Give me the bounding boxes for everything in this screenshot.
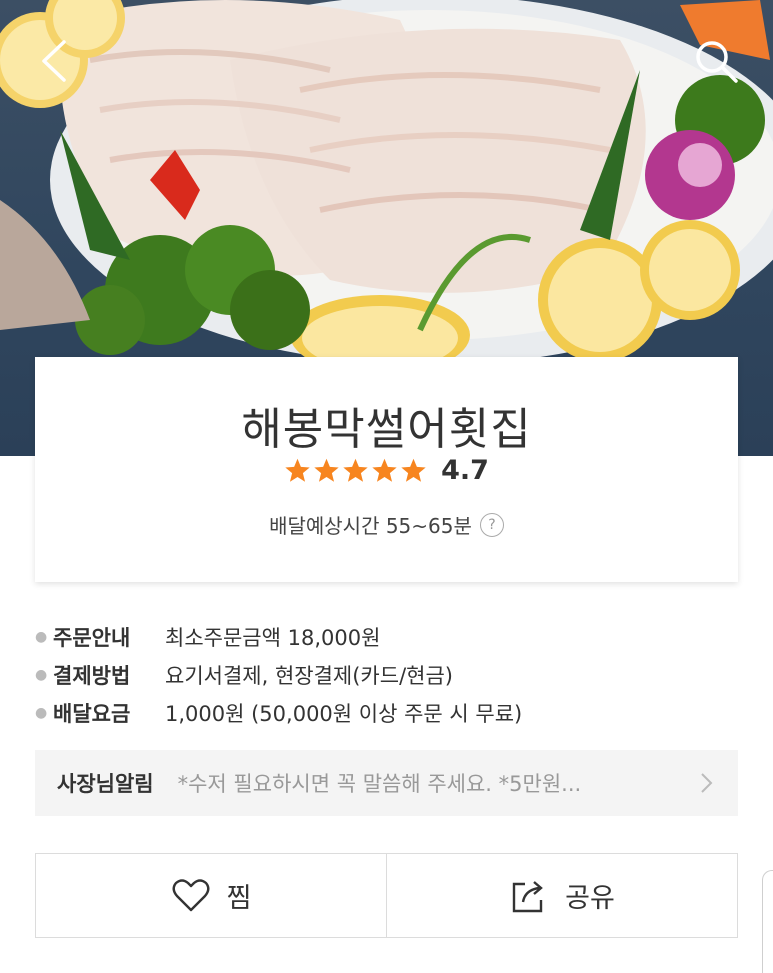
- star-icon: [372, 458, 397, 482]
- notice-text: *수저 필요하시면 꼭 말씀해 주세요. *5만원...: [177, 772, 582, 796]
- bullet-icon: ●: [35, 629, 48, 645]
- chevron-right-icon: [701, 773, 713, 793]
- owner-notice-bar[interactable]: 사장님알림 *수저 필요하시면 꼭 말씀해 주세요. *5만원...: [35, 750, 738, 816]
- rating-stars: [284, 457, 427, 484]
- star-icon: [314, 458, 339, 482]
- store-info-card: 해봉막썰어횟집 4.7 배달예상시간 55~65분 ?: [35, 357, 738, 582]
- info-value: 최소주문금액 18,000원: [165, 626, 381, 650]
- store-name: 해봉막썰어횟집: [241, 404, 532, 455]
- rating-value: 4.7: [441, 455, 489, 486]
- search-icon: [696, 41, 738, 83]
- share-label: 공유: [565, 883, 615, 914]
- star-icon: [343, 458, 368, 482]
- info-value: 1,000원 (50,000원 이상 주문 시 무료): [165, 702, 523, 726]
- info-row-payment: ● 결제방법 요기서결제, 현장결제(카드/현금): [35, 656, 738, 694]
- info-row-order: ● 주문안내 최소주문금액 18,000원: [35, 618, 738, 656]
- like-button[interactable]: 찜: [36, 854, 386, 937]
- search-button[interactable]: [690, 36, 744, 86]
- action-bar: 찜 공유: [35, 853, 738, 938]
- info-value: 요기서결제, 현장결제(카드/현금): [165, 664, 453, 688]
- share-icon: [512, 880, 544, 912]
- share-button[interactable]: 공유: [386, 854, 737, 937]
- question-circle-icon[interactable]: ?: [479, 512, 504, 537]
- notice-label: 사장님알림: [57, 772, 154, 796]
- delivery-time: 배달예상시간 55~65분: [269, 514, 472, 538]
- bullet-icon: ●: [35, 667, 48, 683]
- info-label: 주문안내: [53, 626, 131, 650]
- info-label: 배달요금: [53, 702, 131, 726]
- store-info-list: ● 주문안내 최소주문금액 18,000원 ● 결제방법 요기서결제, 현장결제…: [35, 618, 738, 732]
- rating-row: 4.7: [35, 455, 738, 486]
- info-label: 결제방법: [53, 664, 131, 688]
- heart-icon: [172, 878, 210, 911]
- back-arrow-icon: [42, 40, 66, 82]
- delivery-time-row: 배달예상시간 55~65분 ?: [35, 510, 738, 539]
- star-icon: [401, 458, 426, 482]
- info-row-delivery-fee: ● 배달요금 1,000원 (50,000원 이상 주문 시 무료): [35, 694, 738, 732]
- back-button[interactable]: [30, 36, 80, 86]
- star-icon: [285, 458, 310, 482]
- edge-decoration: [762, 870, 773, 973]
- bullet-icon: ●: [35, 705, 48, 721]
- like-label: 찜: [226, 883, 252, 914]
